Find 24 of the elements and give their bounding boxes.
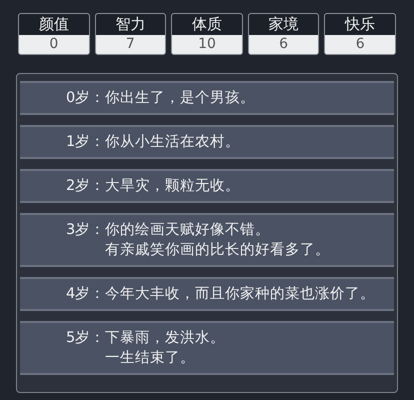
event-age: 1岁： — [66, 133, 106, 152]
stat-value: 10 — [197, 35, 217, 54]
event-text: 大旱灾，颗粒无收。 — [105, 176, 240, 196]
stat-label: 智力 — [96, 14, 166, 35]
stat-value: 6 — [354, 35, 366, 54]
event-text: 一生结束了。 — [105, 349, 196, 368]
event-text: 今年大丰收，而且你家种的菜也涨价了。 — [105, 284, 376, 304]
event-text: 下暴雨，发洪水。 — [105, 329, 226, 348]
stat-value: 7 — [124, 35, 136, 54]
stat-label: 快乐 — [325, 14, 395, 35]
event-age: 4岁： — [66, 285, 106, 304]
stat-value: 6 — [278, 35, 290, 54]
event-text: 你出生了，是个男孩。 — [105, 89, 256, 108]
event-age: 0岁： — [66, 89, 106, 108]
event-text: 你从小生活在农村。 — [105, 133, 240, 152]
event-age: 5岁： — [66, 329, 106, 348]
stat-label: 颜值 — [19, 14, 89, 35]
event-age: 3岁： — [66, 221, 106, 240]
stat-value: 0 — [48, 35, 60, 54]
stat-label: 家境 — [248, 14, 318, 35]
event-age: 2岁： — [66, 177, 106, 196]
event-text: 有亲戚笑你画的比长的好看多了。 — [105, 240, 330, 260]
event-text: 你的绘画天赋好像不错。 — [105, 221, 272, 240]
stat-label: 体质 — [172, 14, 242, 35]
